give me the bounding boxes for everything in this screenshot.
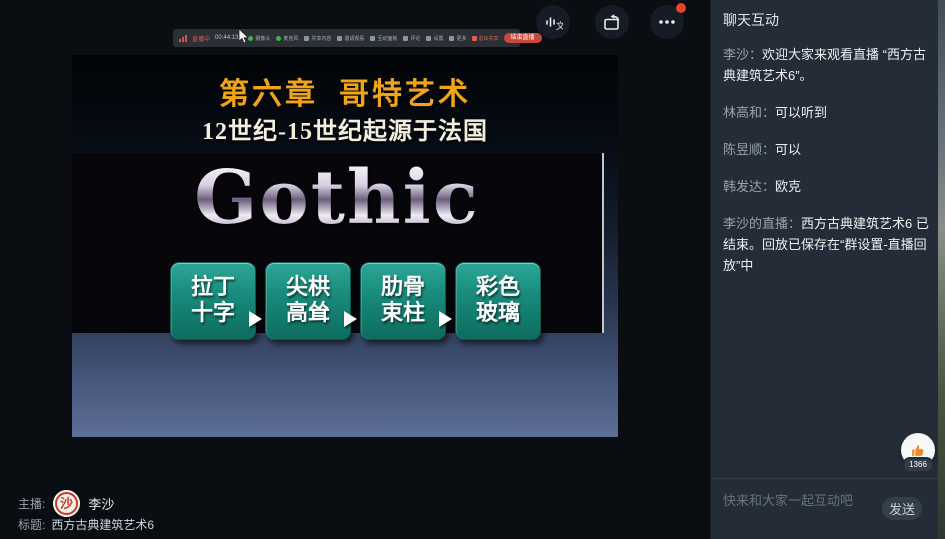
- toolbar-item-label: 设置: [433, 35, 443, 42]
- stream-title-label: 标题:: [18, 516, 45, 533]
- host-avatar: 沙: [53, 490, 80, 517]
- live-timer: 00:44:13: [215, 35, 238, 41]
- live-stream-window: 直播中 00:44:13 摄像头 麦克风 共享内容 邀请观看 互动面板 评论 设置 更多 退出…: [0, 0, 945, 539]
- keyword-box: 彩色玻璃: [455, 262, 541, 340]
- share-toolbar: 直播中 00:44:13 摄像头 麦克风 共享内容 邀请观看 互动面板 评论 设置 更多 退出…: [173, 29, 520, 47]
- chat-message: 李沙的直播：西方古典建筑艺术6 已结束。回放已保存在“群设置-直播回放”中: [723, 213, 931, 276]
- chat-input-row: 发送: [711, 479, 939, 539]
- like-widget: 1366: [901, 433, 935, 467]
- chat-sender: 陈昱顺：: [723, 142, 775, 157]
- toolbar-item-label: 麦克风: [283, 35, 298, 42]
- end-live-button[interactable]: 结束直播: [504, 33, 542, 43]
- arrow-right-icon: [249, 311, 262, 327]
- toolbar-item-label: 更多: [456, 35, 466, 42]
- chat-message-list: 李沙：欢迎大家来观看直播 “西方古典建筑艺术6”。林高和：可以听到陈昱顺：可以韩…: [723, 44, 931, 292]
- live-status-label: 直播中: [192, 34, 210, 43]
- chat-panel: 聊天互动 李沙：欢迎大家来观看直播 “西方古典建筑艺术6”。林高和：可以听到陈昱…: [710, 0, 938, 539]
- toolbar-item[interactable]: 更多: [449, 35, 466, 42]
- chat-input[interactable]: [723, 490, 873, 510]
- toolbar-item-icon: [337, 36, 342, 41]
- chat-text: 欧克: [775, 179, 801, 194]
- host-name: 李沙: [88, 494, 114, 513]
- toolbar-item-icon: [276, 36, 281, 41]
- svg-text:文: 文: [556, 20, 563, 31]
- toolbar-item[interactable]: 评论: [403, 35, 420, 42]
- stream-title: 西方古典建筑艺术6: [51, 516, 154, 533]
- send-button[interactable]: 发送: [882, 497, 922, 520]
- toolbar-item-icon: [403, 36, 408, 41]
- toolbar-item[interactable]: 摄像头: [248, 35, 270, 42]
- toolbar-item-label: 摄像头: [255, 35, 270, 42]
- subtitles-translate-icon: 文: [543, 12, 563, 32]
- chat-panel-title: 聊天互动: [723, 10, 779, 30]
- arrow-right-icon: [344, 311, 357, 327]
- chat-message: 陈昱顺：可以: [723, 139, 931, 160]
- notification-dot: [676, 3, 686, 13]
- stage-area: 直播中 00:44:13 摄像头 麦克风 共享内容 邀请观看 互动面板 评论 设置 更多 退出…: [0, 0, 710, 539]
- toolbar-item-label: 评论: [410, 35, 420, 42]
- background-window-sliver: [938, 0, 945, 539]
- toolbar-item-label: 互动面板: [377, 35, 397, 42]
- live-signal-icon: [179, 35, 187, 42]
- toolbar-item-label: 共享内容: [311, 35, 331, 42]
- arrow-right-icon: [439, 311, 452, 327]
- toolbar-item-icon: [304, 36, 309, 41]
- svg-text:沙: 沙: [60, 496, 73, 511]
- mouse-cursor: [238, 29, 249, 49]
- rotate-screen-button[interactable]: [595, 5, 629, 39]
- keyword-box: 肋骨束柱: [360, 262, 446, 340]
- keyword-box: 尖栱高耸: [265, 262, 351, 340]
- chat-sender: 韩发达：: [723, 179, 775, 194]
- presentation-slide: 第六章 哥特艺术 12世纪-15世纪起源于法国 Gothic 拉丁十字尖栱高耸肋…: [72, 55, 618, 437]
- keyword-boxes: 拉丁十字尖栱高耸肋骨束柱彩色玻璃: [72, 55, 618, 437]
- host-role-label: 主播:: [18, 495, 45, 512]
- toolbar-item[interactable]: 设置: [426, 35, 443, 42]
- keyword-box: 拉丁十字: [170, 262, 256, 340]
- stream-title-row: 标题: 西方古典建筑艺术6: [18, 516, 154, 533]
- toolbar-item[interactable]: 互动面板: [370, 35, 397, 42]
- chat-message: 韩发达：欧克: [723, 176, 931, 197]
- subtitles-translate-button[interactable]: 文: [536, 5, 570, 39]
- chat-message: 李沙：欢迎大家来观看直播 “西方古典建筑艺术6”。: [723, 44, 931, 86]
- exit-share-label: 退出共享: [479, 35, 499, 42]
- chat-text: 可以: [775, 142, 801, 157]
- toolbar-item-icon: [426, 36, 431, 41]
- toolbar-item[interactable]: 邀请观看: [337, 35, 364, 42]
- host-row: 主播: 沙 李沙: [18, 490, 114, 517]
- chat-message: 林高和：可以听到: [723, 102, 931, 123]
- chat-text: 可以听到: [775, 105, 827, 120]
- more-icon: [657, 12, 677, 32]
- chat-sender: 李沙的直播：: [723, 216, 801, 231]
- rotate-screen-icon: [601, 11, 623, 33]
- chat-sender: 李沙：: [723, 47, 762, 62]
- toolbar-items: 摄像头 麦克风 共享内容 邀请观看 互动面板 评论 设置 更多: [248, 35, 466, 42]
- toolbar-item-label: 邀请观看: [344, 35, 364, 42]
- toolbar-item-icon: [248, 36, 253, 41]
- toolbar-item[interactable]: 共享内容: [304, 35, 331, 42]
- exit-icon: [472, 36, 477, 41]
- toolbar-item-icon: [449, 36, 454, 41]
- toolbar-item[interactable]: 麦克风: [276, 35, 298, 42]
- toolbar-item-icon: [370, 36, 375, 41]
- exit-share-button[interactable]: 退出共享: [472, 35, 499, 42]
- chat-sender: 林高和：: [723, 105, 775, 120]
- like-count-badge: 1366: [902, 457, 934, 473]
